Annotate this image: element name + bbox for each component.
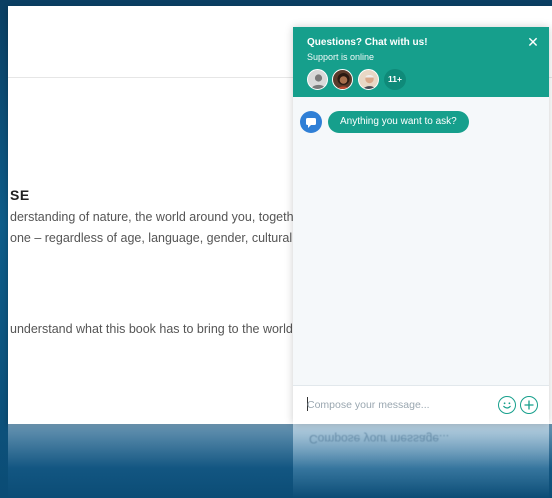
chat-status: Support is online xyxy=(307,52,375,62)
reflection-text: Compose your message... xyxy=(309,432,450,446)
agent-photo xyxy=(363,74,376,89)
compose-input[interactable] xyxy=(307,396,487,414)
avatar xyxy=(358,69,379,90)
paragraph-line: one – regardless of age, language, gende… xyxy=(10,231,315,245)
paragraph-line: understand what this book has to bring t… xyxy=(10,322,304,336)
chat-bubble-icon xyxy=(300,111,322,133)
person-icon xyxy=(311,74,326,89)
plus-icon[interactable] xyxy=(520,396,538,414)
compose-bar xyxy=(293,385,549,424)
close-icon[interactable]: ✕ xyxy=(525,34,541,50)
paragraph-line: derstanding of nature, the world around … xyxy=(10,210,305,224)
chat-widget: Questions? Chat with us! Support is onli… xyxy=(293,27,549,424)
smiley-icon[interactable] xyxy=(498,396,516,414)
chat-header: Questions? Chat with us! Support is onli… xyxy=(293,27,549,97)
message-bubble: Anything you want to ask? xyxy=(328,111,469,133)
avatar xyxy=(307,69,328,90)
section-heading: SE xyxy=(10,187,30,203)
agent-photo xyxy=(337,73,350,89)
more-agents-badge: 11+ xyxy=(384,69,406,90)
chat-title: Questions? Chat with us! xyxy=(307,37,428,48)
avatar xyxy=(332,69,353,90)
